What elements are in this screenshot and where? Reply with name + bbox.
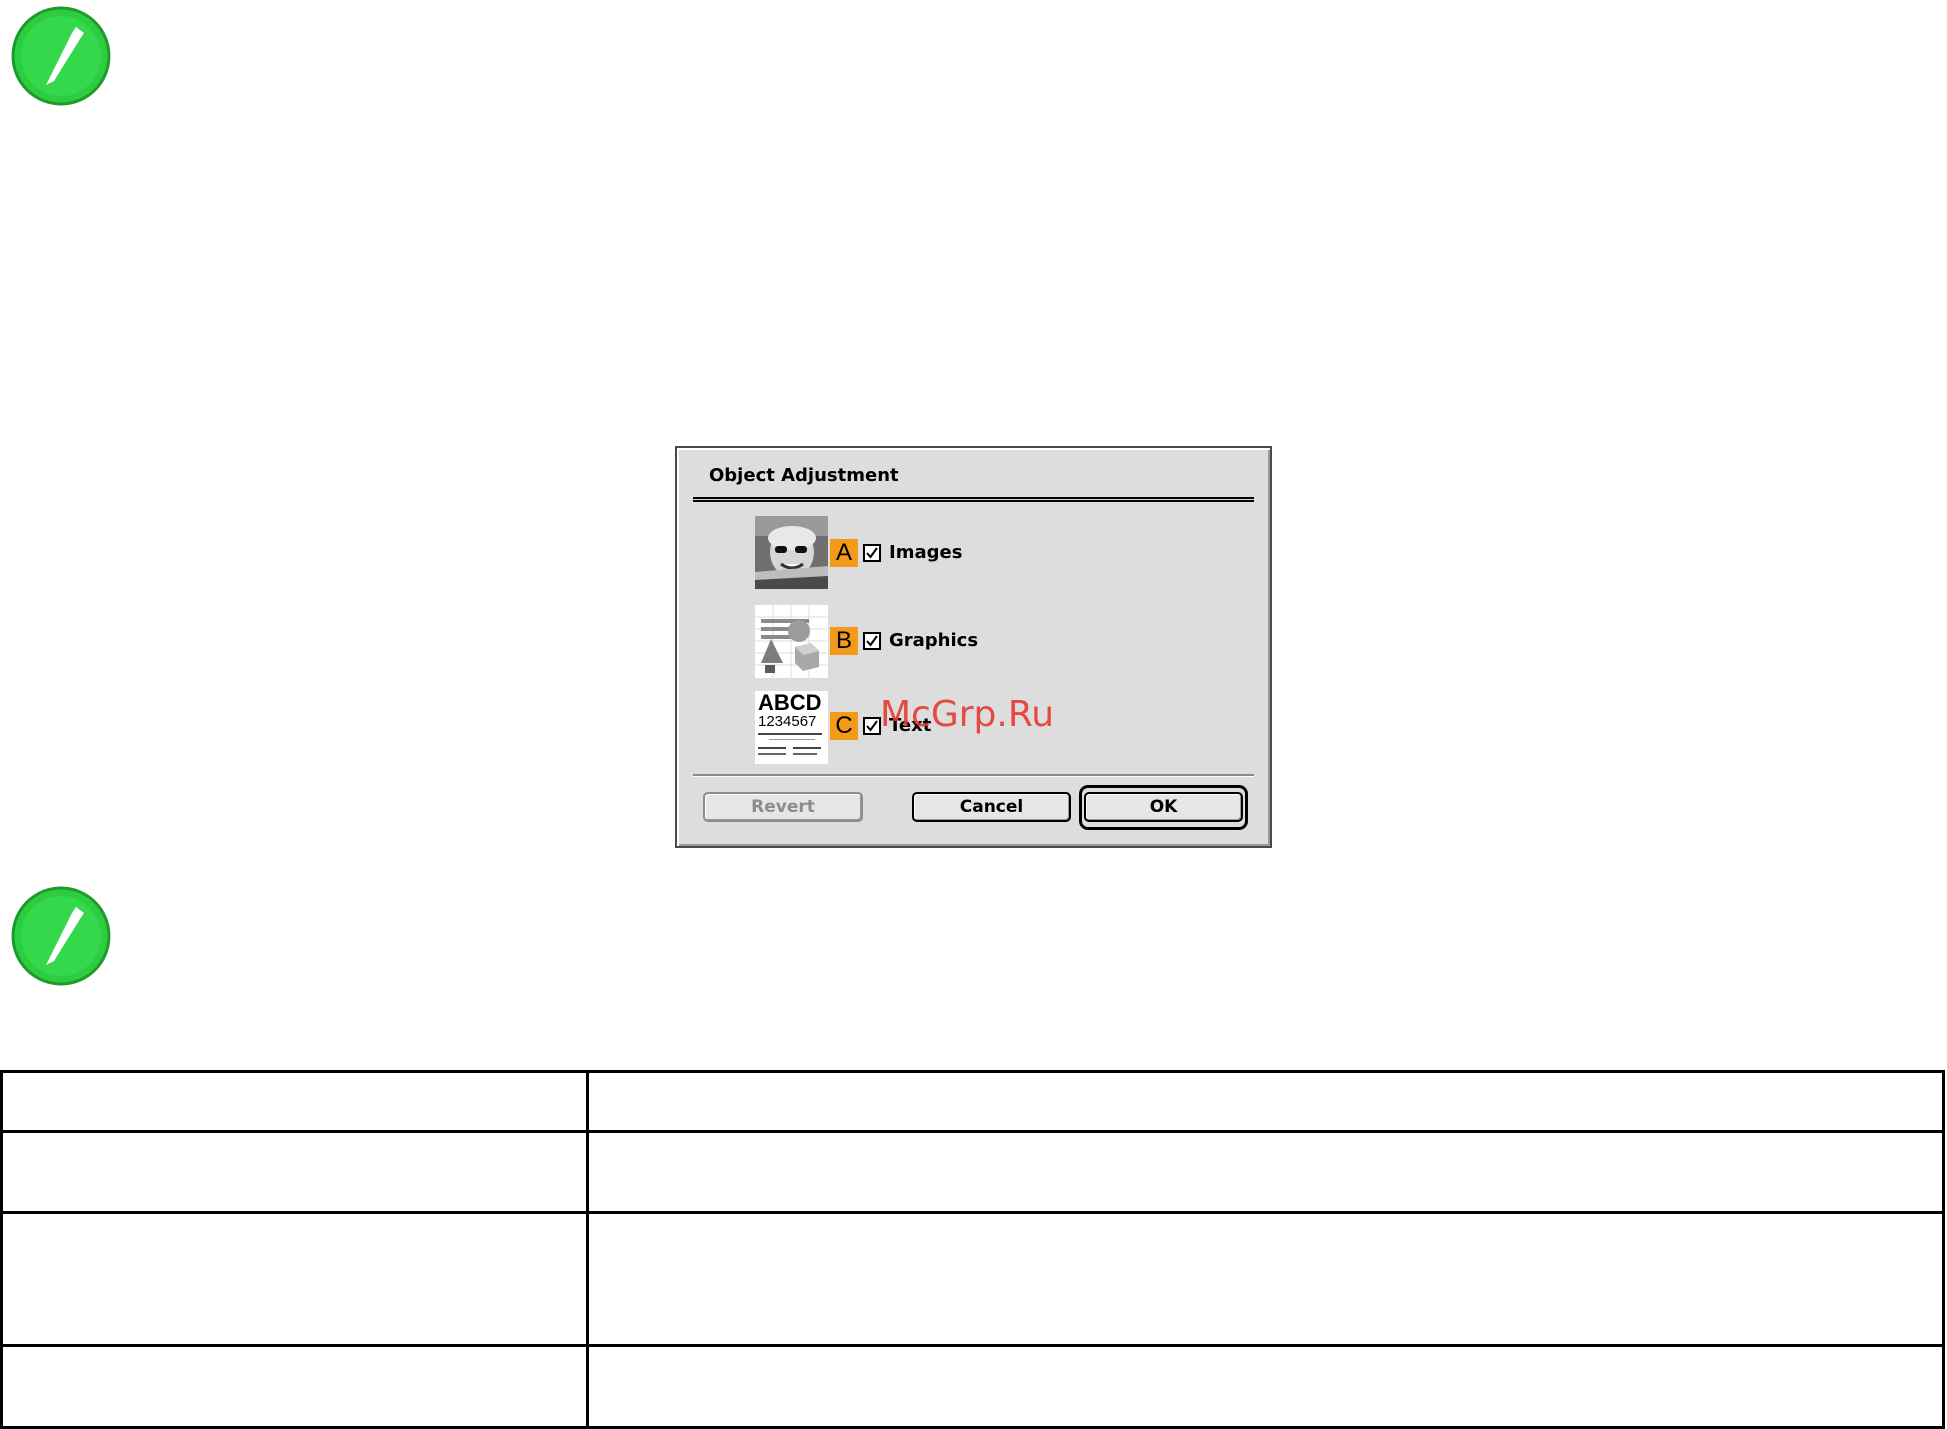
graphics-thumbnail — [755, 605, 828, 678]
images-label[interactable]: Images — [889, 542, 962, 563]
images-checkbox[interactable] — [863, 544, 881, 562]
revert-button[interactable]: Revert — [703, 792, 863, 822]
note-pencil-icon — [10, 885, 112, 987]
button-separator — [693, 774, 1254, 777]
badge-b: B — [830, 627, 858, 655]
table-cell — [0, 1211, 589, 1347]
table-cell — [586, 1070, 1945, 1133]
ok-button[interactable]: OK — [1084, 792, 1243, 822]
info-table — [0, 1070, 1945, 1429]
text-label[interactable]: Text — [889, 715, 931, 736]
dialog-title: Object Adjustment — [709, 465, 899, 486]
table-row — [0, 1344, 1945, 1429]
images-thumbnail — [755, 516, 828, 589]
table-cell — [0, 1130, 589, 1214]
object-adjustment-dialog: Object Adjustment A Images B Graphics AB… — [675, 446, 1272, 848]
text-checkbox[interactable] — [863, 717, 881, 735]
table-cell — [586, 1344, 1945, 1429]
badge-c: C — [830, 712, 858, 740]
table-row — [0, 1211, 1945, 1347]
graphics-checkbox[interactable] — [863, 632, 881, 650]
title-divider — [693, 497, 1254, 502]
table-row — [0, 1070, 1945, 1133]
table-cell — [586, 1211, 1945, 1347]
table-cell — [0, 1344, 589, 1429]
table-cell — [586, 1130, 1945, 1214]
table-row — [0, 1130, 1945, 1214]
table-cell — [0, 1070, 589, 1133]
badge-a: A — [830, 539, 858, 567]
note-pencil-icon — [10, 5, 112, 107]
graphics-label[interactable]: Graphics — [889, 630, 978, 651]
text-thumbnail: ABCD 1234567 — [755, 691, 828, 764]
cancel-button[interactable]: Cancel — [912, 792, 1071, 822]
